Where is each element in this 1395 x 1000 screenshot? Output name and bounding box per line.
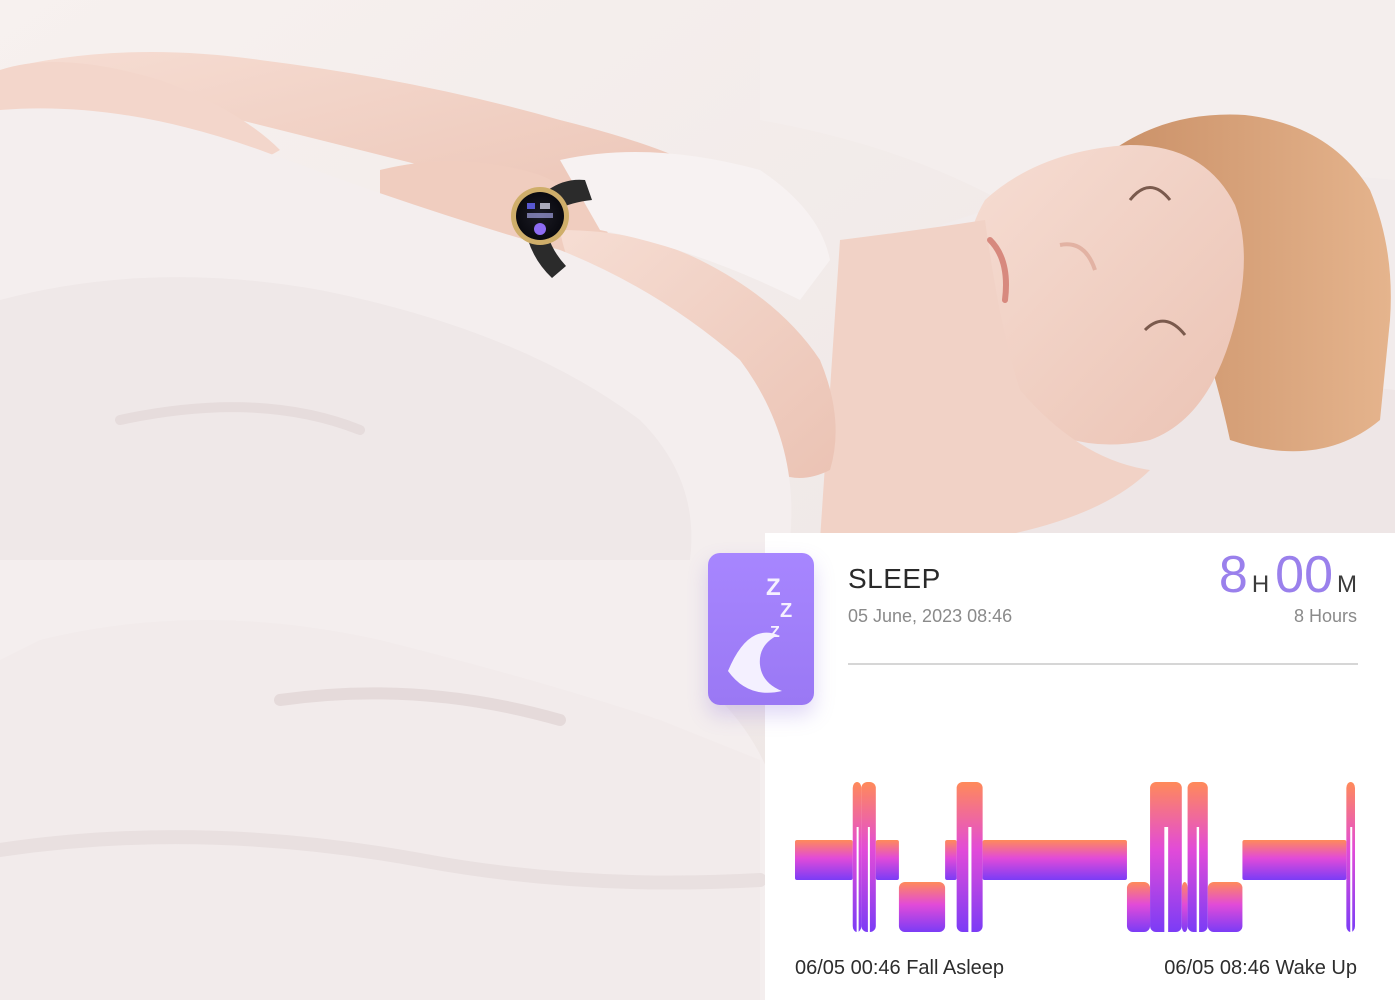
divider-line [848, 663, 1358, 665]
svg-text:Z: Z [770, 624, 780, 641]
wake-up-label: 06/05 08:46 Wake Up [1164, 957, 1357, 979]
chart-awake-gap [856, 827, 859, 932]
fall-asleep-label: 06/05 00:46 Fall Asleep [795, 957, 1005, 979]
chart-segment-deep [1126, 882, 1151, 932]
sleep-chart [790, 770, 1365, 945]
chart-segment-deep [1207, 882, 1243, 932]
sleep-chart-svg [795, 782, 1355, 932]
sleep-date: 05 June, 2023 08:46 [848, 606, 1013, 626]
minutes-value: 00 [1275, 546, 1333, 604]
chart-awake-gap [1196, 827, 1200, 932]
sleep-badge: Z Z Z [708, 553, 814, 705]
sleep-duration: 8 H 00 M [1219, 545, 1357, 605]
sleep-duration-text: 8 Hours [1293, 606, 1357, 626]
svg-text:Z: Z [766, 574, 781, 601]
moon-sleep-icon: Z Z Z [728, 574, 792, 693]
chart-segment-light [982, 840, 1127, 880]
minutes-unit: M [1337, 571, 1357, 598]
sleep-title: SLEEP [848, 563, 941, 594]
chart-segment-light [875, 840, 899, 880]
chart-segment-deep [898, 882, 946, 932]
chart-segment-light [945, 840, 957, 880]
hours-unit: H [1251, 571, 1270, 598]
svg-text:Z: Z [780, 600, 792, 622]
chart-segment-light [795, 840, 853, 880]
chart-segment-deep [1181, 882, 1188, 932]
chart-awake-gap [1350, 827, 1353, 932]
hours-value: 8 [1218, 546, 1248, 604]
chart-awake-gap [867, 827, 870, 932]
chart-awake-gap [968, 827, 972, 932]
chart-awake-gap [1164, 827, 1169, 932]
chart-segment-light [1242, 840, 1347, 880]
